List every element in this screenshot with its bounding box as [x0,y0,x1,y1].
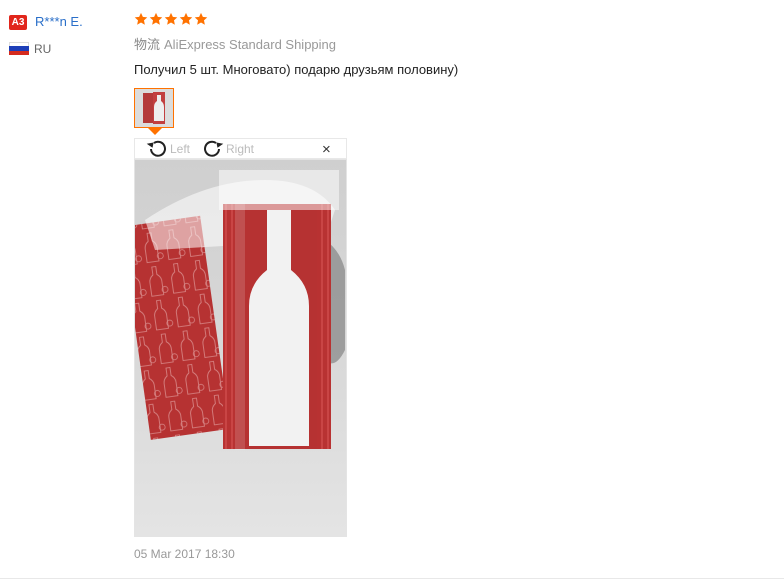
review-photo-thumbnail[interactable] [134,88,174,128]
review-photo [134,159,347,537]
review-photo-image [135,160,346,536]
rotate-right-button[interactable]: Right [202,139,254,159]
user-level-badge: A3 [9,15,27,30]
star-icon [179,12,193,25]
review-divider [0,578,784,579]
reviewer-country: RU [34,42,52,56]
review-timestamp: 05 Mar 2017 18:30 [134,547,235,561]
star-icon [134,12,148,25]
rating-stars [134,12,208,26]
review-text: Получил 5 шт. Многовато) подарю друзьям … [134,62,459,77]
shipping-info: 物流 AliExpress Standard Shipping [134,36,336,54]
star-icon [164,12,178,25]
close-icon: × [322,141,331,158]
thumbnail-selected-caret [148,128,162,135]
country-flag-icon [9,42,29,55]
rotate-right-label: Right [226,142,255,156]
shipping-label: 物流 [134,37,161,52]
star-icon [149,12,163,25]
rotate-right-icon [204,140,224,157]
rotate-left-button[interactable]: Left [146,139,190,159]
reviewer-name-link[interactable]: R***n E. [35,13,83,31]
rotate-left-icon [146,140,166,157]
thumbnail-image [135,89,173,127]
star-icon [194,12,208,25]
close-viewer-button[interactable]: × [322,141,331,159]
rotate-left-label: Left [170,142,191,156]
shipping-method: AliExpress Standard Shipping [164,37,337,52]
